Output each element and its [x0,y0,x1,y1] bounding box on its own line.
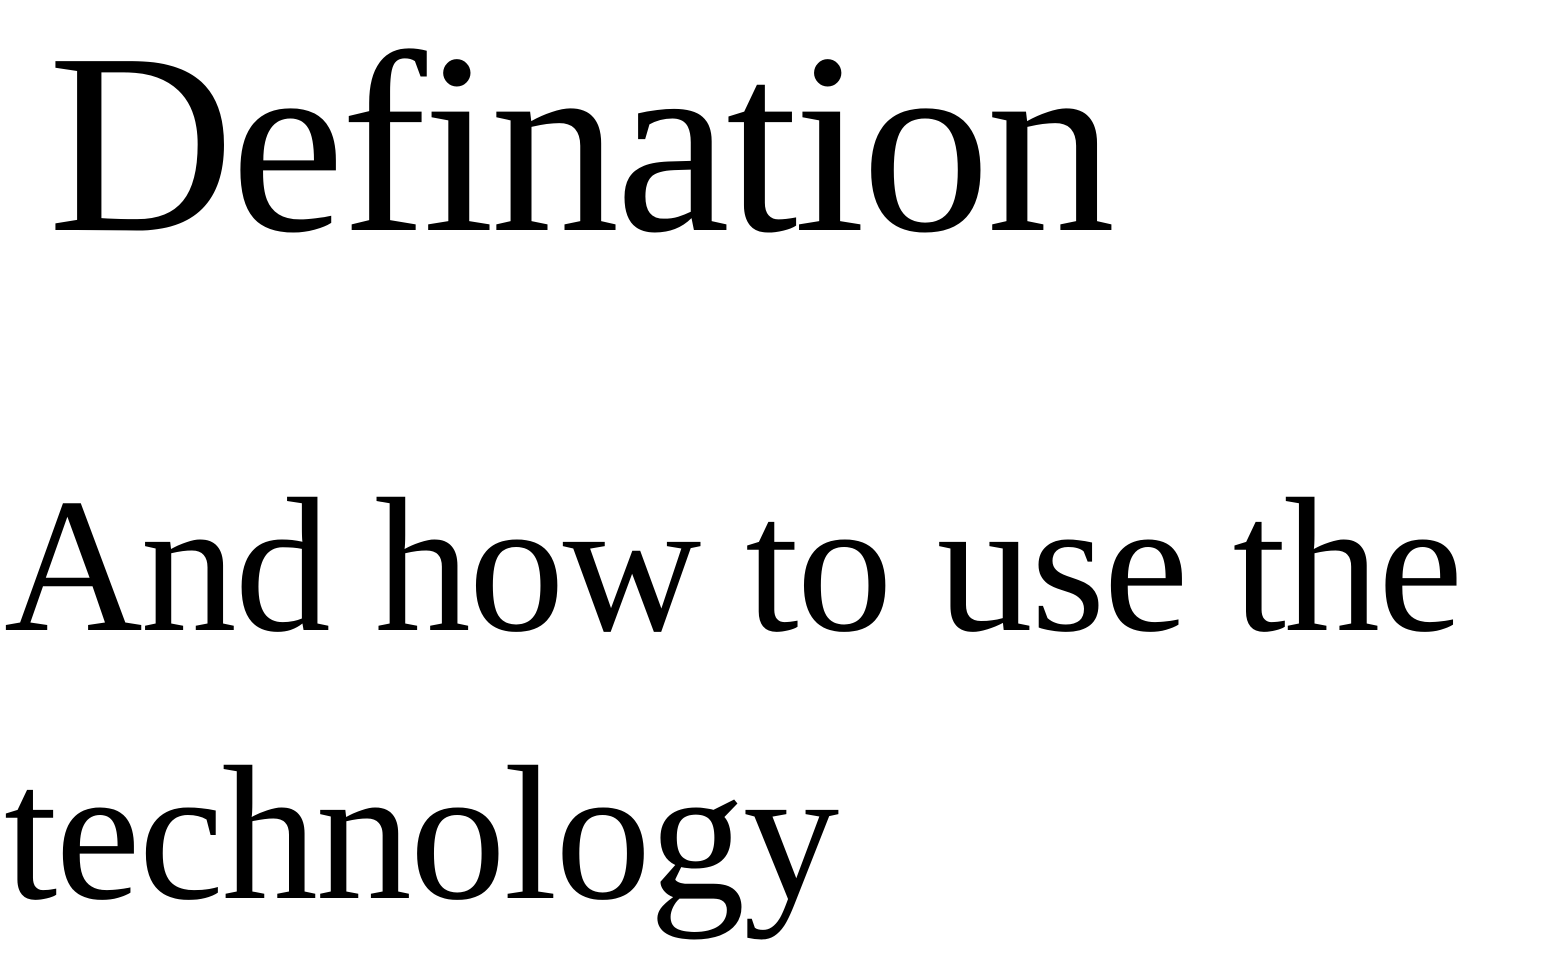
document-page: Defination And how to use the technology [0,0,1560,975]
page-subtitle: And how to use the technology [4,459,1463,940]
page-title: Defination [48,0,1115,286]
